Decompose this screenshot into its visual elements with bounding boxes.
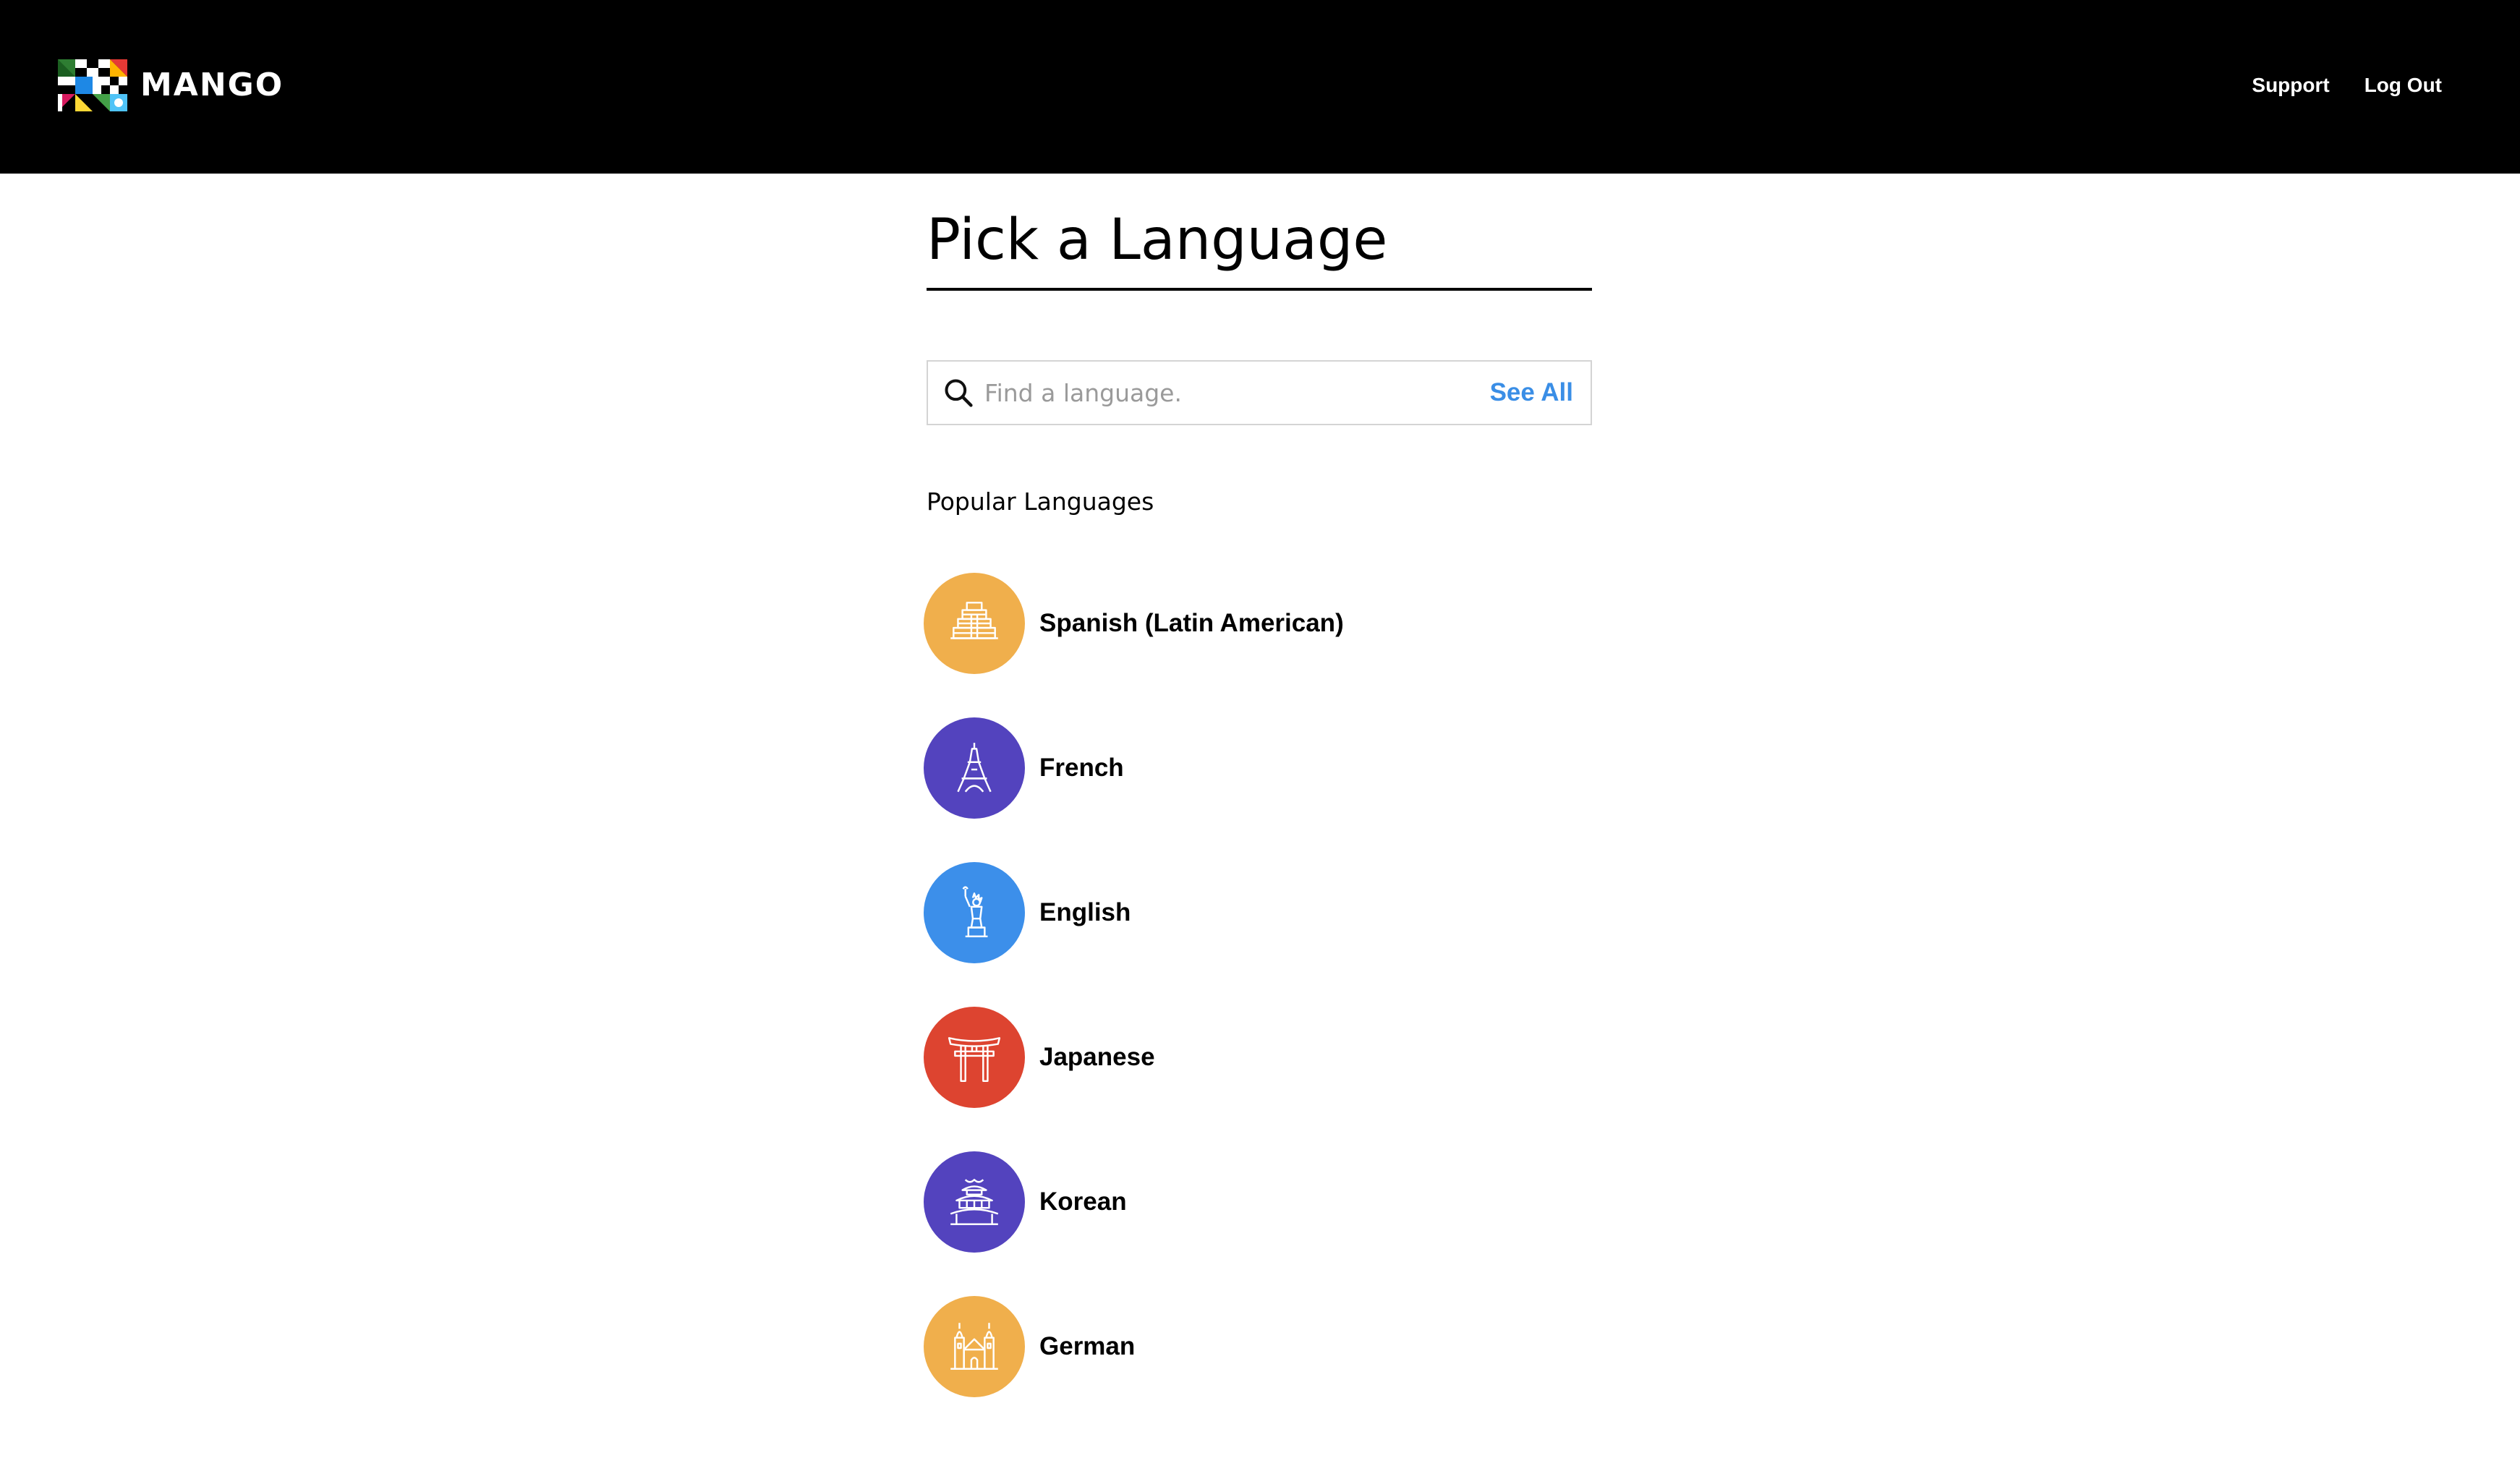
- language-item-french[interactable]: French: [924, 717, 1344, 819]
- popular-languages-heading: Popular Languages: [927, 487, 1154, 516]
- language-icon-circle: [924, 717, 1025, 819]
- language-name: Korean: [1039, 1188, 1127, 1216]
- language-name: Japanese: [1039, 1043, 1155, 1071]
- pyramid-icon: [950, 602, 998, 639]
- language-name: Spanish (Latin American): [1039, 609, 1344, 637]
- language-search-box: See All: [927, 360, 1592, 425]
- language-name: French: [1039, 754, 1124, 782]
- language-icon-circle: [924, 573, 1025, 674]
- language-item-japanese[interactable]: Japanese: [924, 1007, 1344, 1108]
- language-icon-circle: [924, 1007, 1025, 1108]
- language-icon-circle: [924, 1151, 1025, 1253]
- language-item-spanish-latin-american[interactable]: Spanish (Latin American): [924, 573, 1344, 674]
- torii-gate-icon: [948, 1037, 1001, 1083]
- popular-languages-list: Spanish (Latin American) French English …: [924, 573, 1344, 1441]
- eiffel-tower-icon: [957, 743, 992, 793]
- language-item-korean[interactable]: Korean: [924, 1151, 1344, 1253]
- header-nav: Support Log Out: [2252, 70, 2442, 101]
- support-link[interactable]: Support: [2252, 70, 2329, 101]
- mango-logo-mark-icon: [58, 59, 127, 111]
- language-item-german[interactable]: German: [924, 1296, 1344, 1397]
- language-name: English: [1039, 898, 1131, 926]
- language-picker: Pick a Language See All Popular Language…: [924, 174, 1592, 1397]
- brand-name: MANGO: [140, 67, 284, 103]
- language-item-english[interactable]: English: [924, 862, 1344, 963]
- log-out-link[interactable]: Log Out: [2364, 70, 2442, 101]
- language-name: German: [1039, 1332, 1136, 1360]
- mango-logo[interactable]: MANGO: [58, 59, 284, 111]
- statue-of-liberty-icon: [962, 886, 988, 938]
- search-icon: [945, 379, 973, 407]
- language-icon-circle: [924, 862, 1025, 963]
- page-title: Pick a Language: [927, 174, 1592, 291]
- pagoda-icon: [950, 1179, 999, 1225]
- see-all-link[interactable]: See All: [1490, 378, 1573, 407]
- top-navigation-bar: MANGO Support Log Out: [0, 0, 2520, 174]
- castle-icon: [950, 1323, 998, 1370]
- language-icon-circle: [924, 1296, 1025, 1397]
- language-search-input[interactable]: [983, 378, 1490, 408]
